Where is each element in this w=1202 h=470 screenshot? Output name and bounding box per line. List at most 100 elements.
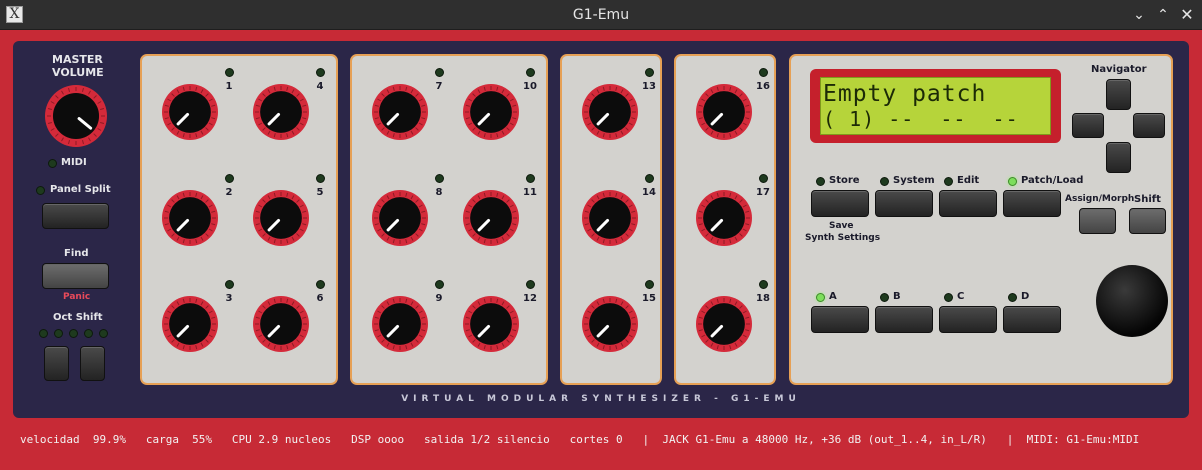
knob-number-6: 6 (316, 293, 324, 304)
slot-d-led (1008, 293, 1017, 302)
slot-d-button[interactable] (1003, 306, 1061, 333)
knob-panel-3: 13 14 15 (560, 54, 662, 385)
knob-led-8 (435, 174, 444, 183)
knob-panel-4: 16 17 18 (674, 54, 776, 385)
patch-load-led (1008, 177, 1017, 186)
slot-a-label: A (829, 291, 837, 302)
navigator-down-button[interactable] (1106, 142, 1131, 173)
knob-number-9: 9 (435, 293, 443, 304)
knob-9[interactable] (371, 295, 429, 353)
slot-b-button[interactable] (875, 306, 933, 333)
knob-led-12 (526, 280, 535, 289)
oct-shift-led (54, 329, 63, 338)
system-led (880, 177, 889, 186)
knob-15[interactable] (581, 295, 639, 353)
navigator-label: Navigator (1091, 64, 1147, 75)
knob-number-13: 13 (642, 81, 656, 92)
knob-panel-2: 7 10 8 11 9 12 (350, 54, 548, 385)
assign-morph-label: Assign/Morph (1065, 194, 1135, 204)
knob-5[interactable] (252, 189, 310, 247)
knob-7[interactable] (371, 83, 429, 141)
panel-split-led (36, 186, 45, 195)
knob-led-13 (645, 68, 654, 77)
footer-caption: VIRTUAL MODULAR SYNTHESIZER - G1-EMU (401, 394, 801, 404)
close-icon[interactable]: ✕ (1177, 5, 1197, 25)
knob-led-2 (225, 174, 234, 183)
knob-number-8: 8 (435, 187, 443, 198)
knob-12[interactable] (462, 295, 520, 353)
knob-number-12: 12 (523, 293, 537, 304)
knob-led-6 (316, 280, 325, 289)
oct-shift-led (99, 329, 108, 338)
knob-16[interactable] (695, 83, 753, 141)
knob-4[interactable] (252, 83, 310, 141)
lcd-line-1: Empty patch (823, 81, 987, 107)
knob-number-14: 14 (642, 187, 656, 198)
knob-number-15: 15 (642, 293, 656, 304)
master-volume-label-2: VOLUME (52, 66, 104, 79)
oct-shift-led (84, 329, 93, 338)
edit-button[interactable] (939, 190, 997, 217)
midi-led (48, 159, 57, 168)
slot-c-button[interactable] (939, 306, 997, 333)
knob-3[interactable] (161, 295, 219, 353)
knob-led-7 (435, 68, 444, 77)
knob-number-4: 4 (316, 81, 324, 92)
slot-a-led (816, 293, 825, 302)
knob-1[interactable] (161, 83, 219, 141)
knob-led-16 (759, 68, 768, 77)
oct-up-button[interactable] (80, 346, 105, 381)
lcd-line-2: ( 1) -- -- -- (823, 107, 1019, 131)
store-sublabel-synth-settings: Synth Settings (805, 233, 881, 243)
knob-11[interactable] (462, 189, 520, 247)
panel-split-button[interactable] (42, 203, 109, 229)
find-button[interactable] (42, 263, 109, 289)
knob-number-5: 5 (316, 187, 324, 198)
system-button[interactable] (875, 190, 933, 217)
patch-load-button[interactable] (1003, 190, 1061, 217)
slot-b-led (880, 293, 889, 302)
knob-led-11 (526, 174, 535, 183)
knob-number-7: 7 (435, 81, 443, 92)
navigator-up-button[interactable] (1106, 79, 1131, 110)
knob-led-15 (645, 280, 654, 289)
slot-a-button[interactable] (811, 306, 869, 333)
knob-led-14 (645, 174, 654, 183)
oct-down-button[interactable] (44, 346, 69, 381)
assign-morph-button[interactable] (1079, 208, 1116, 234)
knob-number-10: 10 (523, 81, 537, 92)
knob-led-10 (526, 68, 535, 77)
status-bar: velocidad 99.9% carga 55% CPU 2.9 nucleo… (20, 433, 1140, 446)
knob-led-1 (225, 68, 234, 77)
knob-6[interactable] (252, 295, 310, 353)
minimize-icon[interactable]: ⌄ (1129, 5, 1149, 25)
knob-10[interactable] (462, 83, 520, 141)
synth-body: MASTER VOLUME MIDI Panel Split Find Pani… (0, 30, 1202, 470)
knob-number-16: 16 (756, 81, 770, 92)
navigator-left-button[interactable] (1072, 113, 1104, 138)
knob-8[interactable] (371, 189, 429, 247)
knob-led-17 (759, 174, 768, 183)
shift-button[interactable] (1129, 208, 1166, 234)
store-label: Store (829, 175, 860, 186)
slot-b-label: B (893, 291, 901, 302)
knob-17[interactable] (695, 189, 753, 247)
knob-led-18 (759, 280, 768, 289)
window-title: G1-Emu (572, 7, 630, 23)
knob-18[interactable] (695, 295, 753, 353)
store-sublabel-save: Save (829, 221, 854, 231)
navigator-right-button[interactable] (1133, 113, 1165, 138)
master-volume-label-1: MASTER (52, 53, 103, 66)
store-button[interactable] (811, 190, 869, 217)
midi-label: MIDI (61, 157, 87, 168)
knob-14[interactable] (581, 189, 639, 247)
knob-2[interactable] (161, 189, 219, 247)
knob-number-18: 18 (756, 293, 770, 304)
master-volume-knob[interactable] (44, 84, 108, 148)
knob-13[interactable] (581, 83, 639, 141)
maximize-icon[interactable]: ⌃ (1153, 5, 1173, 25)
knob-led-5 (316, 174, 325, 183)
rotary-encoder[interactable] (1096, 265, 1168, 337)
lcd-frame: Empty patch ( 1) -- -- -- (810, 69, 1061, 143)
knob-number-17: 17 (756, 187, 770, 198)
